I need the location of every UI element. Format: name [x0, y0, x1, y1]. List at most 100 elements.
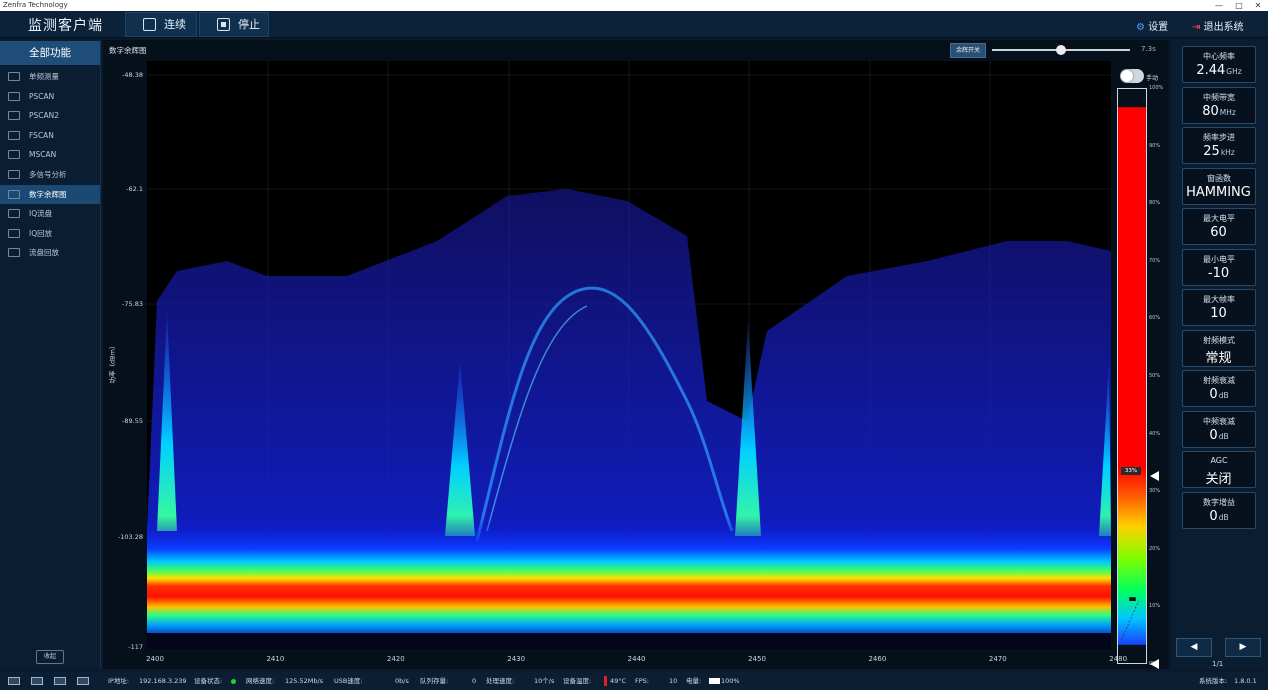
ip-label: IP地址:: [108, 677, 130, 685]
parameter-value: 0dB: [1183, 387, 1255, 402]
next-page-button[interactable]: ▶: [1225, 638, 1261, 657]
sidebar-header: 全部功能: [0, 41, 100, 65]
slider-knob[interactable]: [1056, 45, 1066, 55]
parameter-number: 80: [1202, 103, 1219, 119]
parameter-value: 0dB: [1183, 428, 1255, 443]
sidebar-item-label: PSCAN: [29, 91, 55, 101]
x-tick-label: 2410: [266, 655, 285, 663]
sidebar-item-label: IQ流盘: [29, 209, 53, 219]
exit-button[interactable]: ⇥ 退出系统: [1192, 18, 1244, 33]
parameter-card[interactable]: 中频带宽 80MHz: [1182, 86, 1256, 124]
process-speed-value: 10个/s: [534, 677, 555, 685]
parameter-label: 频率步进: [1203, 133, 1235, 142]
function-sidebar: 全部功能 单频测量 PSCAN PSCAN2 FSCAN MSCAN 多信号分析 数字余辉图…: [0, 40, 101, 669]
persistence-toggle-button[interactable]: 余辉开关: [950, 43, 986, 58]
x-tick-label: 2440: [627, 655, 646, 663]
parameter-label: AGC: [1210, 456, 1228, 465]
parameter-value: 2.44GHz: [1183, 63, 1255, 78]
y-tick-label: -75.83: [122, 300, 143, 308]
colorbar-upper-handle[interactable]: [1150, 471, 1159, 481]
parameter-card[interactable]: 射频衰减 0dB: [1182, 370, 1256, 407]
parameter-label: 最大电平: [1203, 214, 1235, 223]
colorbar-tick-label: 50%: [1149, 373, 1161, 379]
sidebar-item[interactable]: MSCAN: [0, 145, 100, 164]
maximize-button[interactable]: □: [1232, 0, 1246, 11]
chart-icon: [8, 130, 20, 140]
persistence-spectrum-plot[interactable]: [147, 61, 1111, 649]
sidebar-item[interactable]: 多信号分析: [0, 165, 100, 184]
parameter-card[interactable]: 最大帧率 10: [1182, 289, 1256, 326]
colorbar-lower-handle[interactable]: [1150, 659, 1159, 669]
colorbar-tick-label: 100%: [1149, 85, 1164, 91]
colorbar-tick-label: 60%: [1149, 315, 1161, 322]
parameter-label: 中频衰减: [1203, 416, 1235, 426]
exit-icon: ⇥: [1192, 22, 1201, 33]
x-tick-label: 2450: [748, 655, 766, 663]
close-window-button[interactable]: ✕: [1251, 0, 1265, 11]
parameter-value: HAMMING: [1183, 185, 1255, 200]
sidebar-item[interactable]: PSCAN2: [0, 106, 100, 125]
prev-page-button[interactable]: ◀: [1176, 638, 1212, 657]
parameter-card[interactable]: 窗函数 HAMMING: [1182, 167, 1256, 205]
parameter-card[interactable]: 最小电平 -10: [1182, 248, 1256, 286]
usb-speed-value: 0b/s: [395, 677, 409, 685]
parameter-number: 0: [1209, 387, 1218, 402]
stop-label: 停止: [238, 18, 260, 31]
stop-button[interactable]: 停止: [199, 12, 269, 37]
signal-haze: [147, 189, 1111, 561]
parameter-value: 80MHz: [1183, 104, 1255, 119]
sidebar-item[interactable]: 数字余辉图: [0, 184, 100, 204]
layout-icon[interactable]: [8, 677, 20, 685]
y-tick-label: -103.28: [117, 533, 143, 541]
parameter-value: -10: [1183, 266, 1255, 281]
parameter-number: 常规: [1205, 350, 1232, 366]
layout-icon[interactable]: [31, 677, 43, 685]
parameter-unit: dB: [1218, 391, 1229, 400]
parameter-card[interactable]: 射频模式 常规: [1182, 329, 1256, 367]
sidebar-item[interactable]: FSCAN: [0, 126, 100, 145]
minimize-button[interactable]: —: [1212, 0, 1226, 11]
sidebar-item[interactable]: PSCAN: [0, 87, 100, 106]
x-tick-label: 2400: [146, 655, 164, 663]
parameter-number: 0: [1209, 427, 1218, 443]
sidebar-item[interactable]: 单频测量: [0, 67, 100, 86]
fps-label: FPS:: [635, 677, 649, 685]
collapse-button[interactable]: 收起: [36, 650, 64, 664]
colorbar-tick-label: 30%: [1149, 488, 1161, 495]
chart-icon: [8, 170, 20, 179]
parameter-number: 25: [1203, 144, 1220, 159]
parameter-card[interactable]: 频率步进 25kHz: [1182, 127, 1256, 164]
parameter-card[interactable]: 数字增益 0dB: [1182, 491, 1256, 529]
colorbar-tick-label: 10%: [1149, 603, 1161, 610]
device-state-indicator: [231, 679, 236, 684]
parameter-card[interactable]: AGC 关闭: [1182, 451, 1256, 488]
parameter-number: 10: [1210, 306, 1227, 321]
temperature-label: 设备温度:: [563, 677, 592, 685]
parameter-card[interactable]: 最大电平 60: [1182, 208, 1256, 245]
sidebar-item[interactable]: 流盘回放: [0, 243, 100, 262]
version-value: 1.8.0.1: [1234, 677, 1257, 685]
parameter-label: 中频带宽: [1203, 92, 1235, 102]
battery-value: 100%: [721, 677, 740, 685]
ip-value: 192.168.3.239: [139, 677, 187, 685]
battery-icon: [709, 678, 720, 684]
sidebar-item-label: IQ回放: [29, 228, 53, 238]
parameter-value: 常规: [1183, 347, 1255, 366]
layout-icon[interactable]: [54, 677, 66, 685]
parameter-unit: MHz: [1219, 107, 1236, 117]
sidebar-item[interactable]: IQ流盘: [0, 204, 100, 223]
continuous-button[interactable]: 连续: [125, 12, 197, 37]
colorbar[interactable]: [1117, 88, 1147, 664]
parameter-card[interactable]: 中心频率 2.44GHz: [1182, 46, 1256, 83]
temperature-value: 49°C: [610, 677, 627, 685]
manual-toggle[interactable]: [1120, 69, 1144, 83]
sidebar-item[interactable]: IQ回放: [0, 224, 100, 243]
parameter-card[interactable]: 中频衰减 0dB: [1182, 410, 1256, 448]
persistence-speed-slider[interactable]: [992, 45, 1130, 55]
settings-button[interactable]: ⚙ 设置: [1136, 18, 1168, 33]
queue-label: 队列存量:: [420, 677, 449, 685]
y-tick-label: -48.38: [122, 71, 143, 79]
parameter-label: 最小电平: [1203, 254, 1235, 264]
layout-icon[interactable]: [77, 677, 89, 685]
sidebar-item-label: 单频测量: [29, 72, 59, 81]
